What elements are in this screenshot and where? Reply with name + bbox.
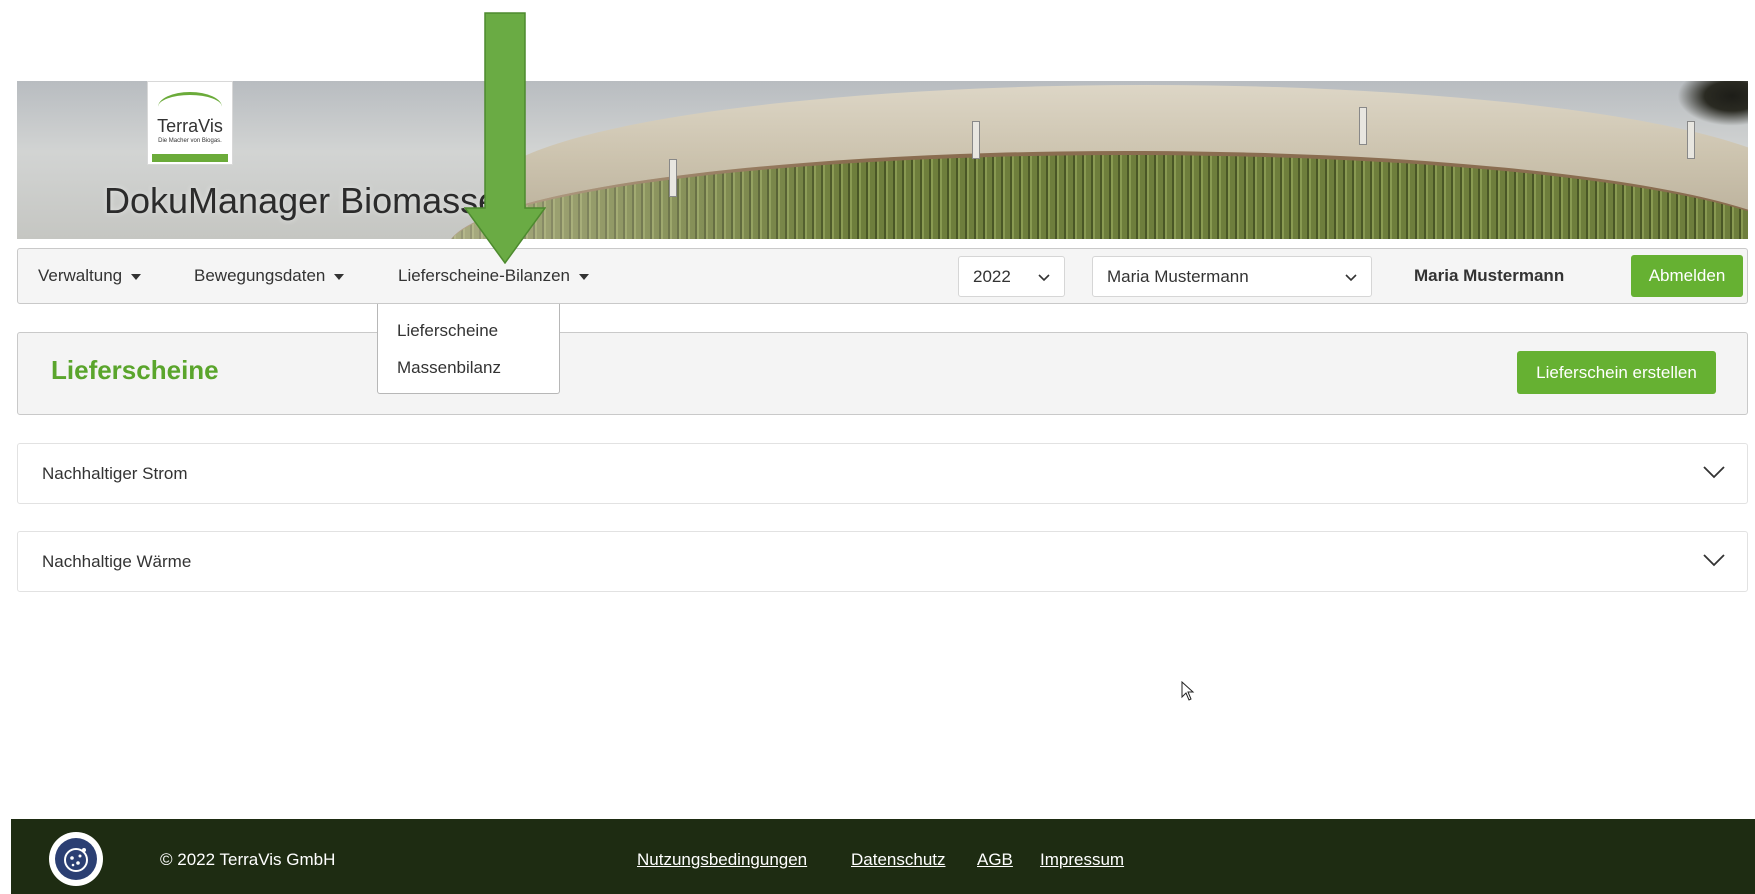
current-user-name: Maria Mustermann — [1414, 266, 1565, 285]
chevron-down-icon — [1703, 554, 1725, 567]
logo-brand-text: TerraVis — [157, 116, 223, 136]
logout-button[interactable]: Abmelden — [1631, 255, 1743, 297]
caret-down-icon — [334, 273, 345, 280]
banner-branch — [1668, 81, 1748, 131]
accordion-label: Nachhaltige Wärme — [42, 552, 192, 571]
accordion-nachhaltige-waerme[interactable]: Nachhaltige Wärme — [17, 531, 1748, 592]
nav-menu-label: Lieferscheine-Bilanzen — [398, 266, 570, 285]
footer-link-nutzungsbedingungen[interactable]: Nutzungsbedingungen — [637, 850, 807, 870]
nav-menu-verwaltung[interactable]: Verwaltung — [38, 249, 142, 303]
user-select-value: Maria Mustermann — [1107, 267, 1249, 286]
banner-fixture — [669, 159, 677, 197]
user-select[interactable]: Maria Mustermann — [1092, 256, 1372, 297]
terravis-logo[interactable]: TerraVis Die Macher von Biogas. — [147, 81, 233, 165]
lieferscheine-bilanzen-dropdown: Lieferscheine Massenbilanz — [377, 304, 560, 394]
dropdown-item-lieferscheine[interactable]: Lieferscheine — [397, 321, 498, 341]
caret-down-icon — [579, 273, 589, 280]
mouse-cursor-icon — [1181, 681, 1195, 701]
accordion-nachhaltiger-strom[interactable]: Nachhaltiger Strom — [17, 443, 1748, 504]
annotation-arrow-icon — [464, 12, 546, 264]
footer-copyright: © 2022 TerraVis GmbH — [160, 850, 336, 869]
footer: © 2022 TerraVis GmbH Nutzungsbedingungen… — [11, 819, 1755, 894]
footer-link-datenschutz[interactable]: Datenschutz — [851, 850, 946, 870]
chevron-down-icon — [1345, 274, 1357, 282]
nav-menu-label: Verwaltung — [38, 266, 123, 285]
logo-tagline: Die Macher von Biogas. — [158, 138, 222, 144]
accordion-label: Nachhaltiger Strom — [42, 464, 188, 483]
nav-menu-bewegungsdaten[interactable]: Bewegungsdaten — [194, 249, 345, 303]
chevron-down-icon — [1038, 274, 1050, 282]
page-title: Lieferscheine — [51, 355, 219, 385]
year-select-value: 2022 — [973, 267, 1011, 286]
nav-menu-label: Bewegungsdaten — [194, 266, 326, 285]
dropdown-item-massenbilanz[interactable]: Massenbilanz — [397, 358, 501, 378]
banner-fixture — [972, 121, 980, 159]
main-navbar: Verwaltung Bewegungsdaten Lieferscheine-… — [17, 248, 1748, 304]
caret-down-icon — [131, 273, 142, 280]
cookie-icon — [64, 848, 88, 872]
app-title: DokuManager Biomasse — [104, 180, 499, 221]
year-select[interactable]: 2022 — [958, 256, 1065, 297]
cookie-settings-icon[interactable] — [49, 832, 103, 886]
chevron-down-icon — [1703, 466, 1725, 479]
page-header-panel: Lieferscheine Lieferschein erstellen — [17, 332, 1748, 415]
banner-fixture — [1359, 107, 1367, 145]
create-lieferschein-button[interactable]: Lieferschein erstellen — [1517, 351, 1716, 394]
footer-link-impressum[interactable]: Impressum — [1040, 850, 1124, 870]
footer-link-agb[interactable]: AGB — [977, 850, 1013, 870]
